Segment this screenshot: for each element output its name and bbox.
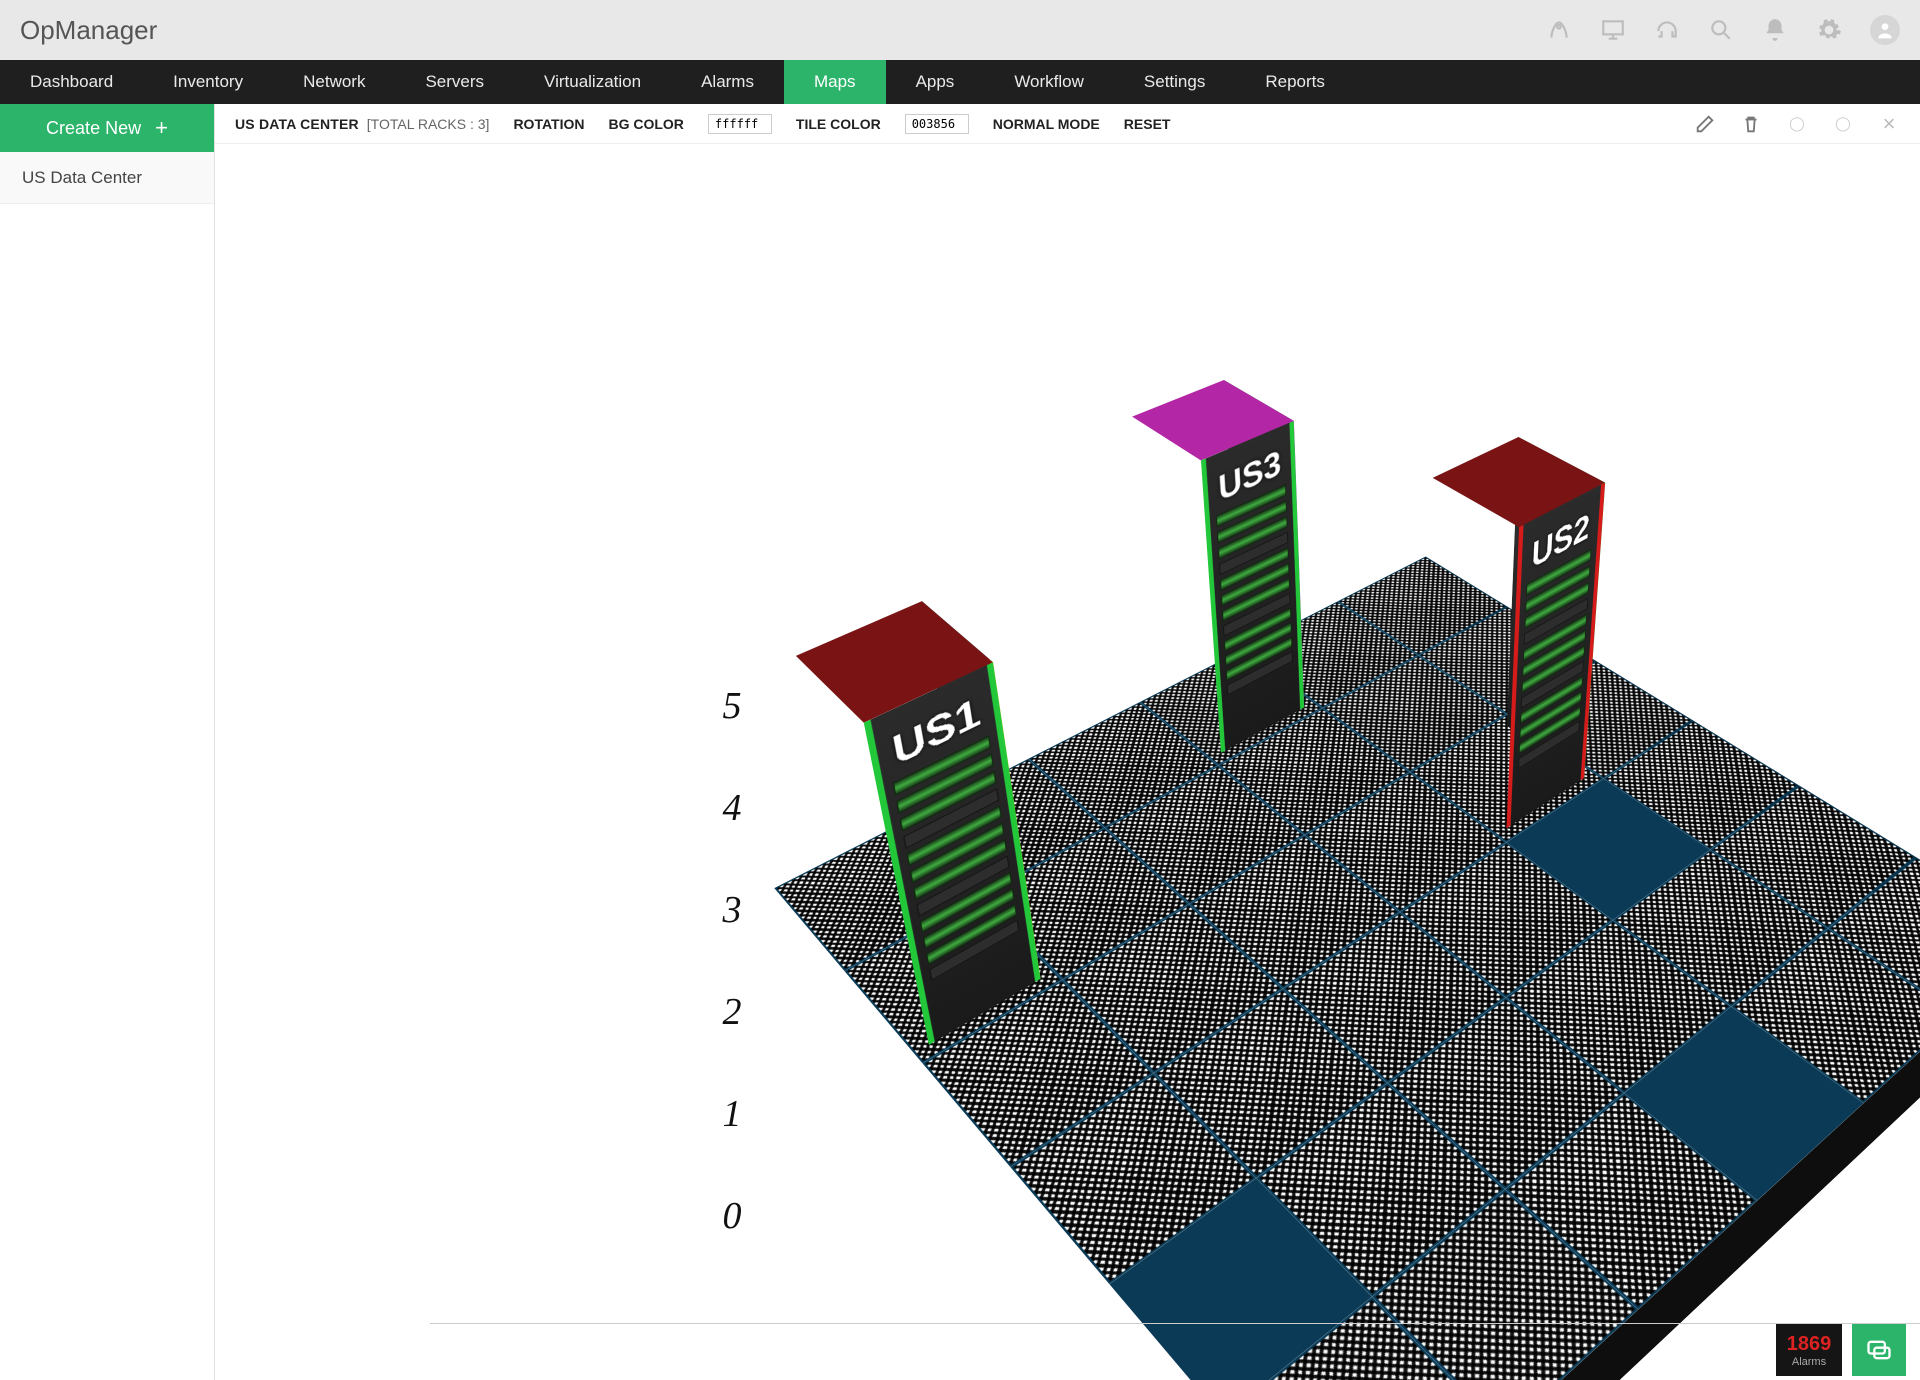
axis-tick: 1 bbox=[717, 1092, 747, 1136]
edit-icon[interactable] bbox=[1694, 113, 1716, 135]
divider bbox=[430, 1323, 1920, 1324]
plus-icon: + bbox=[155, 117, 168, 139]
gear-icon[interactable] bbox=[1816, 17, 1842, 43]
nav-virtualization[interactable]: Virtualization bbox=[514, 60, 671, 104]
nav-network[interactable]: Network bbox=[273, 60, 395, 104]
tilecolor-label: TILE COLOR bbox=[796, 116, 881, 132]
rotation-button[interactable]: ROTATION bbox=[513, 116, 584, 132]
bgcolor-input[interactable] bbox=[708, 114, 772, 134]
sidebar-item-us-data-center[interactable]: US Data Center bbox=[0, 152, 214, 204]
nav-maps[interactable]: Maps bbox=[784, 60, 886, 104]
nav-servers[interactable]: Servers bbox=[395, 60, 514, 104]
floor-3d-view[interactable]: 543210 US1US2US3 bbox=[215, 144, 1920, 1380]
close-icon[interactable]: × bbox=[1878, 113, 1900, 135]
mode-button[interactable]: NORMAL MODE bbox=[993, 116, 1100, 132]
axis-labels: 5 4 3 2 1 0 bbox=[717, 684, 747, 1238]
axis-tick: 5 bbox=[717, 684, 747, 728]
axis-tick: 2 bbox=[717, 990, 747, 1034]
nav-workflow[interactable]: Workflow bbox=[984, 60, 1114, 104]
datacenter-name: US DATA CENTER [TOTAL RACKS : 3] bbox=[235, 116, 489, 132]
tilecolor-input[interactable] bbox=[905, 114, 969, 134]
nav-settings[interactable]: Settings bbox=[1114, 60, 1235, 104]
rocket-icon[interactable] bbox=[1546, 17, 1572, 43]
nav-reports[interactable]: Reports bbox=[1235, 60, 1355, 104]
bell-icon[interactable] bbox=[1762, 17, 1788, 43]
axis-tick: 3 bbox=[717, 888, 747, 932]
alarm-caption: Alarms bbox=[1792, 1356, 1826, 1368]
search-icon[interactable] bbox=[1708, 17, 1734, 43]
sidebar: Create New + US Data Center bbox=[0, 104, 215, 1380]
alarm-count: 1869 bbox=[1787, 1333, 1832, 1356]
app-title: OpManager bbox=[20, 15, 157, 46]
reset-button[interactable]: RESET bbox=[1124, 116, 1171, 132]
app-bar: OpManager bbox=[0, 0, 1920, 60]
bgcolor-label: BG COLOR bbox=[608, 116, 683, 132]
headset-icon[interactable] bbox=[1654, 17, 1680, 43]
axis-tick: 4 bbox=[717, 786, 747, 830]
nav-alarms[interactable]: Alarms bbox=[671, 60, 784, 104]
axis-tick: 0 bbox=[717, 1194, 747, 1238]
main-nav: DashboardInventoryNetworkServersVirtuali… bbox=[0, 60, 1920, 104]
chat-button[interactable] bbox=[1852, 1324, 1906, 1376]
nav-dashboard[interactable]: Dashboard bbox=[0, 60, 143, 104]
user-avatar[interactable] bbox=[1870, 15, 1900, 45]
alarms-badge[interactable]: 1869 Alarms bbox=[1776, 1324, 1842, 1376]
map-toolbar: US DATA CENTER [TOTAL RACKS : 3] ROTATIO… bbox=[215, 104, 1920, 144]
nav-apps[interactable]: Apps bbox=[886, 60, 985, 104]
create-new-button[interactable]: Create New + bbox=[0, 104, 214, 152]
floor-tile[interactable] bbox=[1506, 920, 1731, 1093]
presentation-icon[interactable] bbox=[1600, 17, 1626, 43]
option-b-icon[interactable]: ◯ bbox=[1832, 113, 1854, 135]
nav-inventory[interactable]: Inventory bbox=[143, 60, 273, 104]
delete-icon[interactable] bbox=[1740, 113, 1762, 135]
create-new-label: Create New bbox=[46, 118, 141, 139]
option-a-icon[interactable]: ◯ bbox=[1786, 113, 1808, 135]
